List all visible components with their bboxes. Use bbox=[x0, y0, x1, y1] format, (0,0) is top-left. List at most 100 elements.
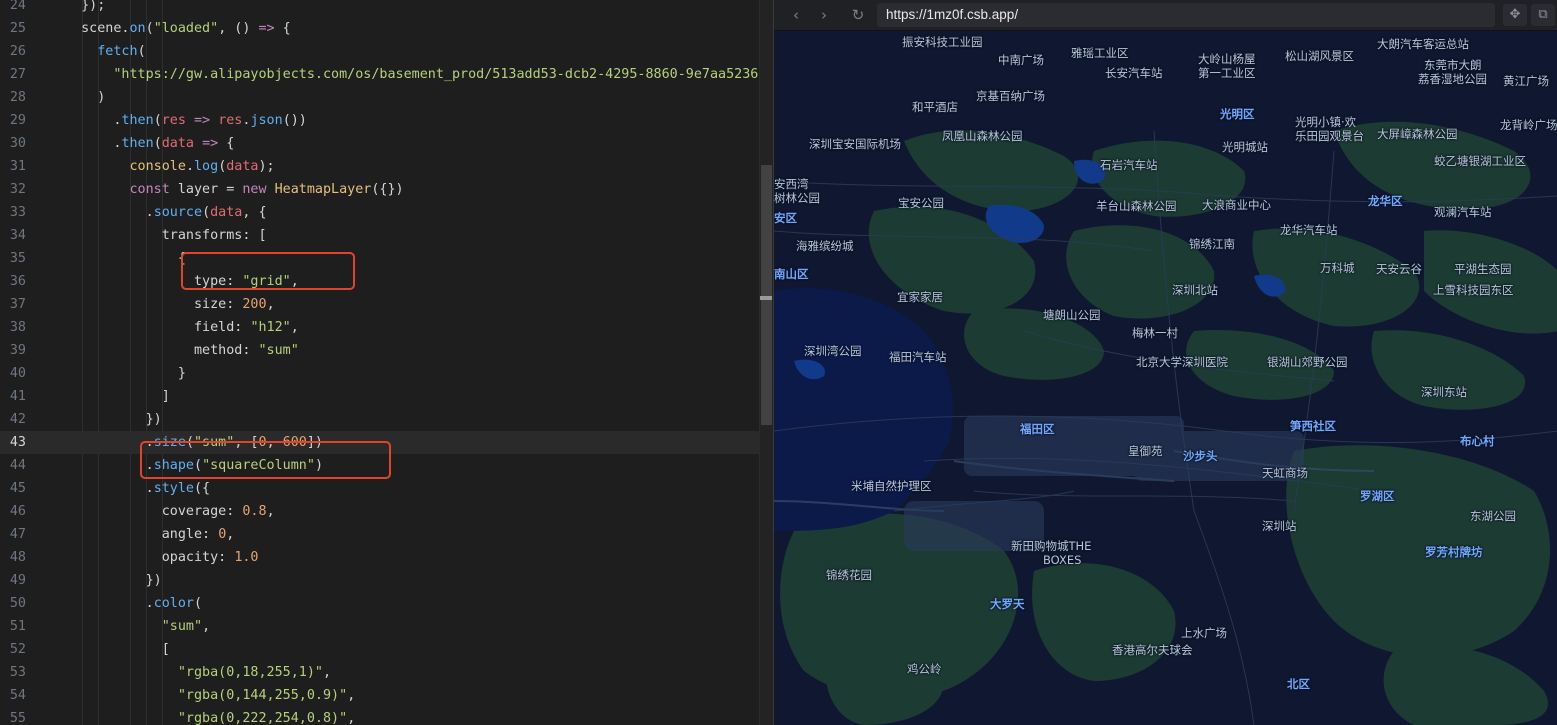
code-text[interactable]: coverage: 0.8, bbox=[65, 500, 275, 523]
map-district-label: 福田区 bbox=[1020, 422, 1055, 436]
code-text[interactable]: .color( bbox=[65, 592, 202, 615]
code-text[interactable]: }) bbox=[65, 569, 162, 592]
code-text[interactable]: "sum", bbox=[65, 615, 210, 638]
code-text[interactable]: "rgba(0,18,255,1)", bbox=[65, 661, 331, 684]
line-number: 38 bbox=[9, 320, 26, 335]
extension-icon: ✥ bbox=[1509, 7, 1521, 22]
map-poi-label: 深圳宝安国际机场 bbox=[809, 137, 901, 151]
code-line[interactable]: 30 .then(data => { bbox=[0, 132, 773, 155]
code-text[interactable]: scene.on("loaded", () => { bbox=[65, 17, 291, 40]
map-district-label: 南山区 bbox=[774, 267, 809, 281]
code-line[interactable]: 47 angle: 0, bbox=[0, 523, 773, 546]
map-poi-label: 蛟乙塘银湖工业区 bbox=[1434, 154, 1526, 168]
code-line[interactable]: 38 field: "h12", bbox=[0, 316, 773, 339]
reload-icon: ↻ bbox=[851, 6, 865, 24]
line-number: 36 bbox=[9, 274, 26, 289]
code-line[interactable]: 41 ] bbox=[0, 385, 773, 408]
map-poi-label: 福田汽车站 bbox=[889, 350, 947, 364]
code-text[interactable]: }) bbox=[65, 408, 162, 431]
map-poi-label: 光明城站 bbox=[1222, 140, 1268, 154]
extension-button[interactable]: ✥ bbox=[1503, 4, 1527, 26]
code-line[interactable]: 46 coverage: 0.8, bbox=[0, 500, 773, 523]
code-text[interactable]: "rgba(0,222,254,0.8)", bbox=[65, 707, 355, 725]
code-line[interactable]: 42 }) bbox=[0, 408, 773, 431]
line-number: 53 bbox=[9, 665, 26, 680]
code-line[interactable]: 37 size: 200, bbox=[0, 293, 773, 316]
map-district-label: 大罗天 bbox=[990, 597, 1025, 611]
code-text[interactable]: const layer = new HeatmapLayer({}) bbox=[65, 178, 404, 201]
code-text[interactable]: .then(data => { bbox=[65, 132, 234, 155]
code-text[interactable]: .then(res => res.json()) bbox=[65, 109, 307, 132]
line-number: 30 bbox=[9, 136, 26, 151]
map-poi-label: 新田购物城THE bbox=[1011, 539, 1092, 553]
code-line[interactable]: 24 }); bbox=[0, 0, 773, 17]
code-text[interactable]: ) bbox=[65, 86, 105, 109]
code-text[interactable]: ] bbox=[65, 385, 170, 408]
code-line[interactable]: 36 type: "grid", bbox=[0, 270, 773, 293]
reload-button[interactable]: ↻ bbox=[846, 4, 870, 26]
map-poi-label: 锦绣花园 bbox=[826, 568, 872, 582]
line-number: 39 bbox=[9, 343, 26, 358]
map-poi-label: 香港高尔夫球会 bbox=[1112, 643, 1193, 657]
code-line[interactable]: 39 method: "sum" bbox=[0, 339, 773, 362]
code-text[interactable]: "rgba(0,144,255,0.9)", bbox=[65, 684, 355, 707]
code-editor[interactable]: 24 }); 25 scene.on("loaded", () => {26 fe… bbox=[0, 0, 773, 725]
code-line[interactable]: 26 fetch( bbox=[0, 40, 773, 63]
code-text[interactable]: "https://gw.alipayobjects.com/os/basemen… bbox=[65, 63, 758, 86]
code-line[interactable]: 40 } bbox=[0, 362, 773, 385]
code-line[interactable]: 32 const layer = new HeatmapLayer({}) bbox=[0, 178, 773, 201]
code-line[interactable]: 27 "https://gw.alipayobjects.com/os/base… bbox=[0, 63, 773, 86]
code-line[interactable]: 55 "rgba(0,222,254,0.8)", bbox=[0, 707, 773, 725]
line-number: 54 bbox=[9, 688, 26, 703]
map-poi-label: 银湖山郊野公园 bbox=[1267, 355, 1348, 369]
code-line[interactable]: 54 "rgba(0,144,255,0.9)", bbox=[0, 684, 773, 707]
line-number: 34 bbox=[9, 228, 26, 243]
map-poi-label: 平湖生态园 bbox=[1454, 262, 1512, 276]
code-line[interactable]: 29 .then(res => res.json()) bbox=[0, 109, 773, 132]
url-bar[interactable]: https://1mz0f.csb.app/ bbox=[877, 3, 1495, 27]
line-number: 33 bbox=[9, 205, 26, 220]
map-canvas[interactable]: 振安科技工业园 中南广场 雅瑶工业区 长安汽车站 大岭山杨屋 第一工业区 松山湖风景区 大朗汽… bbox=[774, 31, 1557, 725]
code-line[interactable]: 28 ) bbox=[0, 86, 773, 109]
code-text[interactable]: }); bbox=[65, 0, 105, 17]
code-line[interactable]: 49 }) bbox=[0, 569, 773, 592]
line-number: 55 bbox=[9, 711, 26, 725]
forward-button[interactable]: › bbox=[812, 4, 836, 26]
code-line[interactable]: 50 .color( bbox=[0, 592, 773, 615]
map-poi-label: 和平酒店 bbox=[912, 100, 958, 114]
code-text[interactable]: } bbox=[65, 362, 186, 385]
code-text[interactable]: console.log(data); bbox=[65, 155, 275, 178]
code-line[interactable]: 34 transforms: [ bbox=[0, 224, 773, 247]
map-poi-label: 万科城 bbox=[1320, 261, 1355, 275]
code-text[interactable]: .source(data, { bbox=[65, 201, 267, 224]
code-text[interactable]: [ bbox=[65, 638, 170, 661]
code-line[interactable]: 51 "sum", bbox=[0, 615, 773, 638]
code-line[interactable]: 53 "rgba(0,18,255,1)", bbox=[0, 661, 773, 684]
code-text[interactable]: .style({ bbox=[65, 477, 211, 500]
map-poi-label: 天安云谷 bbox=[1376, 262, 1422, 276]
code-text[interactable]: size: 200, bbox=[65, 293, 275, 316]
map-district-label: 安区 bbox=[774, 211, 797, 225]
code-line[interactable]: 35 { bbox=[0, 247, 773, 270]
code-text[interactable]: fetch( bbox=[65, 40, 145, 63]
code-line[interactable]: 45 .style({ bbox=[0, 477, 773, 500]
map-district-label: 北区 bbox=[1287, 677, 1310, 691]
code-line[interactable]: 31 console.log(data); bbox=[0, 155, 773, 178]
code-text[interactable]: field: "h12", bbox=[65, 316, 299, 339]
map-poi-label: 黄江广场 bbox=[1503, 74, 1549, 88]
code-text[interactable]: angle: 0, bbox=[65, 523, 235, 546]
open-new-window-button[interactable]: ⧉ bbox=[1531, 4, 1555, 26]
back-button[interactable]: ‹ bbox=[784, 4, 808, 26]
editor-scrollbar-thumb[interactable] bbox=[761, 165, 772, 425]
line-number: 31 bbox=[9, 159, 26, 174]
code-line[interactable]: 52 [ bbox=[0, 638, 773, 661]
code-text[interactable]: transforms: [ bbox=[65, 224, 267, 247]
code-text[interactable]: opacity: 1.0 bbox=[65, 546, 259, 569]
code-line[interactable]: 33 .source(data, { bbox=[0, 201, 773, 224]
map-poi-label: 龙华汽车站 bbox=[1280, 223, 1338, 237]
map-district-label: 光明区 bbox=[1220, 107, 1255, 121]
code-line[interactable]: 48 opacity: 1.0 bbox=[0, 546, 773, 569]
code-line[interactable]: 25 scene.on("loaded", () => { bbox=[0, 17, 773, 40]
code-text[interactable]: { bbox=[65, 247, 186, 270]
code-text[interactable]: method: "sum" bbox=[65, 339, 299, 362]
